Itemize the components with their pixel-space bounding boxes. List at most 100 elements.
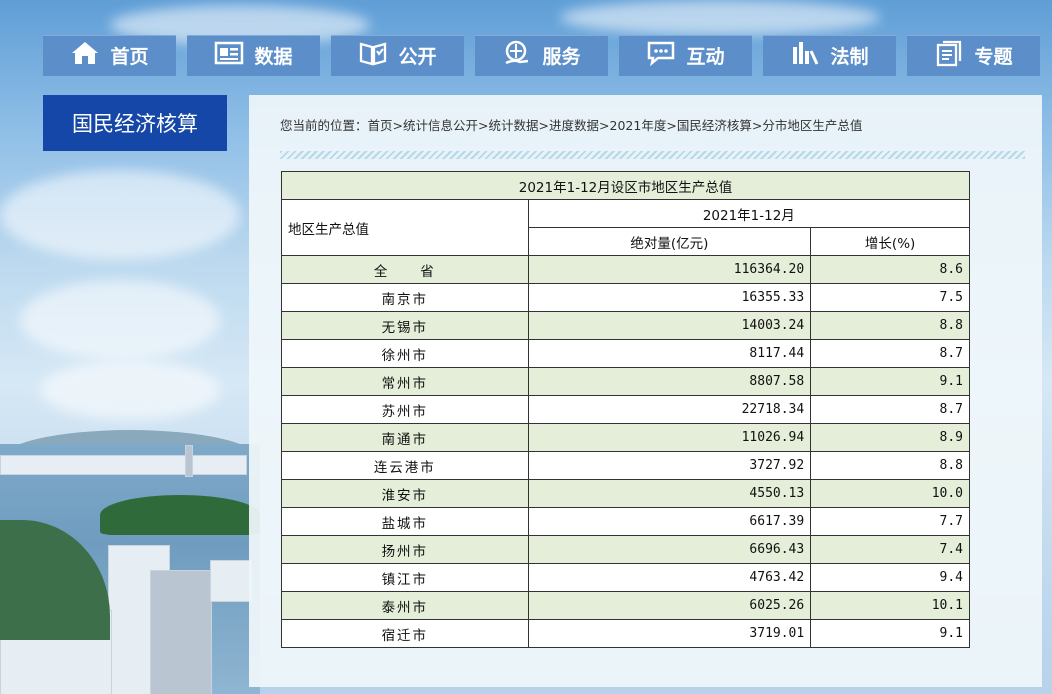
region-name: 徐州市 xyxy=(281,339,529,368)
gdp-value: 16355.33 xyxy=(527,283,812,312)
topic-icon xyxy=(934,39,964,72)
growth-value: 8.8 xyxy=(810,451,970,480)
growth-value: 7.4 xyxy=(810,535,970,564)
period-header: 2021年1-12月 xyxy=(527,199,971,228)
gdp-value: 3719.01 xyxy=(527,619,812,648)
breadcrumb-separator: > xyxy=(538,118,550,133)
nav-interact[interactable]: 互动 xyxy=(619,35,752,76)
table-row: 无锡市 14003.24 8.8 xyxy=(281,311,970,340)
nav-public[interactable]: 公开 xyxy=(331,35,464,76)
breadcrumb-prefix: 您当前的位置： xyxy=(280,118,368,133)
breadcrumb-year[interactable]: 2021年度 xyxy=(610,118,667,133)
growth-value: 8.9 xyxy=(810,423,970,452)
region-name: 苏州市 xyxy=(281,395,529,424)
nav-service[interactable]: 服务 xyxy=(475,35,608,76)
table-row: 扬州市 6696.43 7.4 xyxy=(281,535,970,564)
gdp-value: 4550.13 xyxy=(527,479,812,508)
growth-value: 9.1 xyxy=(810,619,970,648)
region-name: 南京市 xyxy=(281,283,529,312)
gdp-value: 116364.20 xyxy=(527,255,812,284)
gdp-value: 4763.42 xyxy=(527,563,812,592)
growth-value: 8.8 xyxy=(810,311,970,340)
section-title: 国民经济核算 xyxy=(43,95,227,151)
nav-topic-label: 专题 xyxy=(974,46,1013,68)
region-name: 南通市 xyxy=(281,423,529,452)
row-header: 地区生产总值 xyxy=(281,199,529,256)
nav-interact-label: 互动 xyxy=(686,46,725,68)
gdp-table: 2021年1-12月设区市地区生产总值 地区生产总值 2021年1-12月 绝对… xyxy=(281,171,971,648)
service-icon xyxy=(502,39,532,72)
growth-value: 10.1 xyxy=(810,591,970,620)
growth-value: 9.1 xyxy=(810,367,970,396)
nav-public-label: 公开 xyxy=(398,46,437,68)
nav-data-label: 数据 xyxy=(254,46,293,68)
law-icon xyxy=(790,39,820,72)
region-name: 盐城市 xyxy=(281,507,529,536)
region-name: 扬州市 xyxy=(281,535,529,564)
breadcrumb: 您当前的位置：首页>统计信息公开>统计数据>进度数据>2021年度>国民经济核算… xyxy=(280,115,862,134)
gdp-value: 14003.24 xyxy=(527,311,812,340)
growth-value: 10.0 xyxy=(810,479,970,508)
breadcrumb-home[interactable]: 首页 xyxy=(368,118,393,133)
growth-value: 9.4 xyxy=(810,563,970,592)
gdp-value: 22718.34 xyxy=(527,395,812,424)
table-row: 全 省 116364.20 8.6 xyxy=(281,255,970,284)
table-row: 苏州市 22718.34 8.7 xyxy=(281,395,970,424)
gdp-value: 6696.43 xyxy=(527,535,812,564)
growth-header: 增长(%) xyxy=(810,227,970,256)
gdp-value: 8807.58 xyxy=(527,367,812,396)
table-row: 镇江市 4763.42 9.4 xyxy=(281,563,970,592)
growth-value: 8.6 xyxy=(810,255,970,284)
gdp-value: 6617.39 xyxy=(527,507,812,536)
nav-law-label: 法制 xyxy=(830,46,869,68)
home-icon xyxy=(70,39,100,72)
breadcrumb-separator: > xyxy=(478,118,489,133)
region-name: 常州市 xyxy=(281,367,529,396)
content-panel: 您当前的位置：首页>统计信息公开>统计数据>进度数据>2021年度>国民经济核算… xyxy=(249,95,1042,687)
breadcrumb-progress-data[interactable]: 进度数据 xyxy=(549,118,599,133)
gdp-value: 6025.26 xyxy=(527,591,812,620)
gdp-value: 11026.94 xyxy=(527,423,812,452)
breadcrumb-separator: > xyxy=(666,118,677,133)
table-row: 南京市 16355.33 7.5 xyxy=(281,283,970,312)
breadcrumb-current[interactable]: 分市地区生产总值 xyxy=(762,118,862,133)
table-row: 连云港市 3727.92 8.8 xyxy=(281,451,970,480)
breadcrumb-stats-data[interactable]: 统计数据 xyxy=(489,118,539,133)
table-row: 南通市 11026.94 8.9 xyxy=(281,423,970,452)
breadcrumb-accounts[interactable]: 国民经济核算 xyxy=(677,118,752,133)
nav-law[interactable]: 法制 xyxy=(763,35,896,76)
region-name: 连云港市 xyxy=(281,451,529,480)
region-name: 全 省 xyxy=(281,255,529,284)
nav-data[interactable]: 数据 xyxy=(187,35,320,76)
breadcrumb-separator: > xyxy=(392,118,404,133)
table-caption: 2021年1-12月设区市地区生产总值 xyxy=(281,171,970,200)
data-icon xyxy=(214,39,244,72)
table-row: 盐城市 6617.39 7.7 xyxy=(281,507,970,536)
breadcrumb-separator: > xyxy=(599,118,610,133)
growth-value: 7.7 xyxy=(810,507,970,536)
gdp-value: 3727.92 xyxy=(527,451,812,480)
nav-service-label: 服务 xyxy=(542,46,581,68)
region-name: 宿迁市 xyxy=(281,619,529,648)
growth-value: 7.5 xyxy=(810,283,970,312)
main-nav: 首页 数据 公开 服务 互动 法制 专题 xyxy=(43,35,1040,76)
nav-home[interactable]: 首页 xyxy=(43,35,176,76)
divider-stripe xyxy=(280,151,1025,159)
region-name: 淮安市 xyxy=(281,479,529,508)
region-name: 镇江市 xyxy=(281,563,529,592)
nav-topic[interactable]: 专题 xyxy=(907,35,1040,76)
breadcrumb-separator: > xyxy=(751,118,763,133)
growth-value: 8.7 xyxy=(810,395,970,424)
value-header: 绝对量(亿元) xyxy=(527,227,812,256)
chat-icon xyxy=(646,39,676,72)
breadcrumb-stats-public[interactable]: 统计信息公开 xyxy=(403,118,478,133)
growth-value: 8.7 xyxy=(810,339,970,368)
region-name: 无锡市 xyxy=(281,311,529,340)
gdp-value: 8117.44 xyxy=(527,339,812,368)
table-row: 泰州市 6025.26 10.1 xyxy=(281,591,970,620)
table-row: 宿迁市 3719.01 9.1 xyxy=(281,619,970,648)
table-row: 常州市 8807.58 9.1 xyxy=(281,367,970,396)
region-name: 泰州市 xyxy=(281,591,529,620)
table-row: 徐州市 8117.44 8.7 xyxy=(281,339,970,368)
book-icon xyxy=(358,39,388,72)
